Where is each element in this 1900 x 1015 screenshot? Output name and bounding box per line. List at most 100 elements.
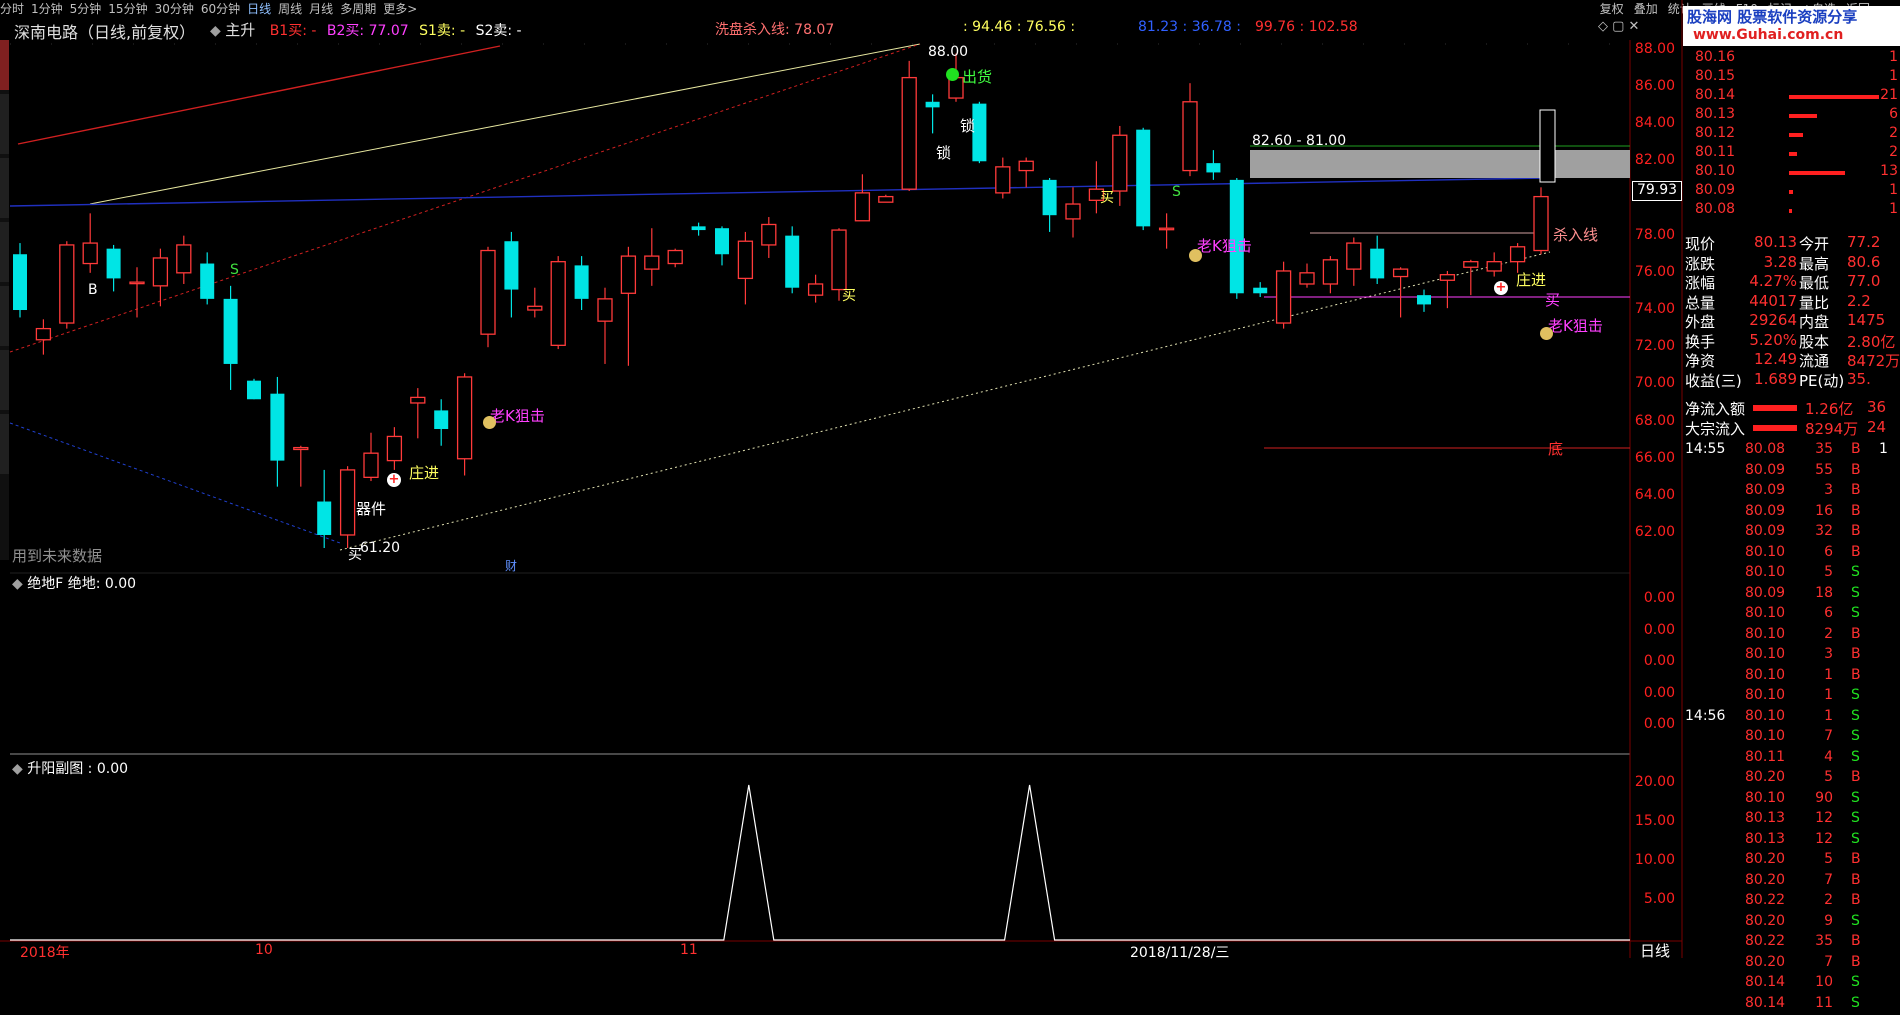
quote-value: 4.27% (1747, 272, 1797, 290)
x-axis-nov: 11 (680, 942, 698, 958)
tick-volume: 3 (1793, 482, 1833, 498)
orderbook-row: 80.1421 (1683, 87, 1900, 106)
quote-value-2: 8472万 (1847, 350, 1900, 371)
candle-body-up (411, 397, 425, 403)
price-tick: 78.00 (1615, 227, 1675, 243)
tick-row: 80.0916B (1683, 503, 1900, 524)
candle-body-up (1394, 269, 1408, 276)
candle-body-up (83, 243, 97, 263)
quote-value-2: 77.0 (1847, 272, 1880, 290)
candle-body-up (458, 377, 472, 459)
candle-body-up (36, 329, 50, 340)
tick-volume: 3 (1793, 646, 1833, 662)
red-trend-line (18, 46, 500, 144)
tick-price: 80.10 (1745, 687, 1785, 703)
candle-body-up (996, 167, 1010, 193)
candle-body-up (1066, 204, 1080, 219)
orderbook-price: 80.10 (1695, 163, 1735, 179)
flow-row: 大宗流入8294万24 (1683, 418, 1900, 438)
price-tick: 82.00 (1615, 152, 1675, 168)
candle-body-up (341, 470, 355, 535)
tick-row: 80.1312S (1683, 810, 1900, 831)
quote-value: 3.28 (1747, 253, 1797, 271)
b-mark: B (88, 282, 98, 298)
tick-time: 14:55 (1685, 441, 1725, 457)
quote-label: 现价 (1685, 233, 1715, 254)
quote-label-2: 股本 (1799, 331, 1829, 352)
quote-row: 收益(三)1.689PE(动)35. (1683, 370, 1900, 390)
orderbook-volume-bar (1789, 133, 1803, 137)
tick-side: B (1851, 933, 1861, 949)
tick-volume: 35 (1793, 933, 1833, 949)
tick-row: 80.101S (1683, 687, 1900, 708)
tick-volume: 55 (1793, 462, 1833, 478)
tick-price: 80.20 (1745, 769, 1785, 785)
tick-row: 14:5680.101S (1683, 708, 1900, 729)
tick-volume: 5 (1793, 564, 1833, 580)
candle-body-down (270, 394, 284, 461)
candle-body-up (738, 241, 752, 278)
price-tick: 72.00 (1615, 338, 1675, 354)
quote-label-2: 内盘 (1799, 311, 1829, 332)
quote-label: 总量 (1685, 292, 1715, 313)
tick-side: B (1851, 851, 1861, 867)
candle-body-up (551, 262, 565, 346)
indicator-tick: 0.00 (1615, 716, 1675, 732)
candle-body-down (317, 502, 331, 535)
tick-volume: 16 (1793, 503, 1833, 519)
tick-price: 80.10 (1745, 564, 1785, 580)
tick-side: B (1851, 503, 1861, 519)
blue-resistance-line (10, 178, 1545, 206)
s-mark-1: S (230, 262, 239, 278)
low-price-label: 61.20 (360, 540, 400, 556)
tick-volume: 7 (1793, 872, 1833, 888)
flow-value-2: 36 (1867, 398, 1886, 416)
candle-body-down (1206, 163, 1220, 172)
sub-tick: 5.00 (1615, 891, 1675, 907)
money-bag-icon-2 (1189, 249, 1202, 262)
tick-side: B (1851, 462, 1861, 478)
tick-row: 80.1312S (1683, 831, 1900, 852)
tick-price: 80.10 (1745, 605, 1785, 621)
quote-row: 现价80.13今开77.2 (1683, 233, 1900, 253)
candle-body-up (1323, 260, 1337, 284)
candle-body-up (879, 197, 893, 203)
tick-price: 80.22 (1745, 892, 1785, 908)
range-box (1250, 150, 1630, 178)
sub-series-line (10, 785, 1630, 940)
tick-side: B (1851, 482, 1861, 498)
flow-label: 净流入额 (1685, 398, 1745, 419)
orderbook-row: 80.091 (1683, 182, 1900, 201)
tick-volume: 1 (1793, 667, 1833, 683)
tick-price: 80.14 (1745, 974, 1785, 990)
tick-row: 80.105S (1683, 564, 1900, 585)
tick-side: S (1851, 913, 1860, 929)
buy-label-2: 买 (1100, 187, 1114, 207)
candle-body-up (1300, 273, 1314, 284)
candle-body-up (528, 306, 542, 310)
tick-price: 80.10 (1745, 790, 1785, 806)
tick-side: B (1851, 646, 1861, 662)
candle-body-up (1113, 135, 1127, 191)
kill-in-label: 杀入线 (1553, 224, 1598, 245)
candle-body-down (715, 228, 729, 254)
panel3-title[interactable]: ◆ 升阳副图 : 0.00 (12, 758, 128, 778)
panel3-toggle-icon[interactable]: ◆ (12, 761, 23, 777)
tick-price: 80.20 (1745, 913, 1785, 929)
price-tick: 84.00 (1615, 115, 1675, 131)
money-bag-icon-1 (483, 416, 496, 429)
orderbook-volume-bar (1789, 209, 1792, 213)
laok-label-1: 老K狙击 (490, 405, 545, 426)
lock-label-1: 锁 (960, 115, 975, 136)
orderbook-volume-bar (1789, 171, 1845, 175)
tick-price: 80.14 (1745, 995, 1785, 1011)
quote-value: 44017 (1747, 292, 1797, 310)
flow-bar (1753, 405, 1797, 411)
panel2-toggle-icon[interactable]: ◆ (12, 576, 23, 592)
tick-list[interactable]: 14:5580.0835B180.0955B80.093B80.0916B80.… (1683, 441, 1900, 1015)
sub-tick: 20.00 (1615, 774, 1675, 790)
candle-body-down (1253, 288, 1267, 294)
current-price-tag: 79.93 (1632, 181, 1682, 201)
tick-side: B (1851, 626, 1861, 642)
panel2-title[interactable]: ◆ 绝地F 绝地: 0.00 (12, 573, 136, 593)
